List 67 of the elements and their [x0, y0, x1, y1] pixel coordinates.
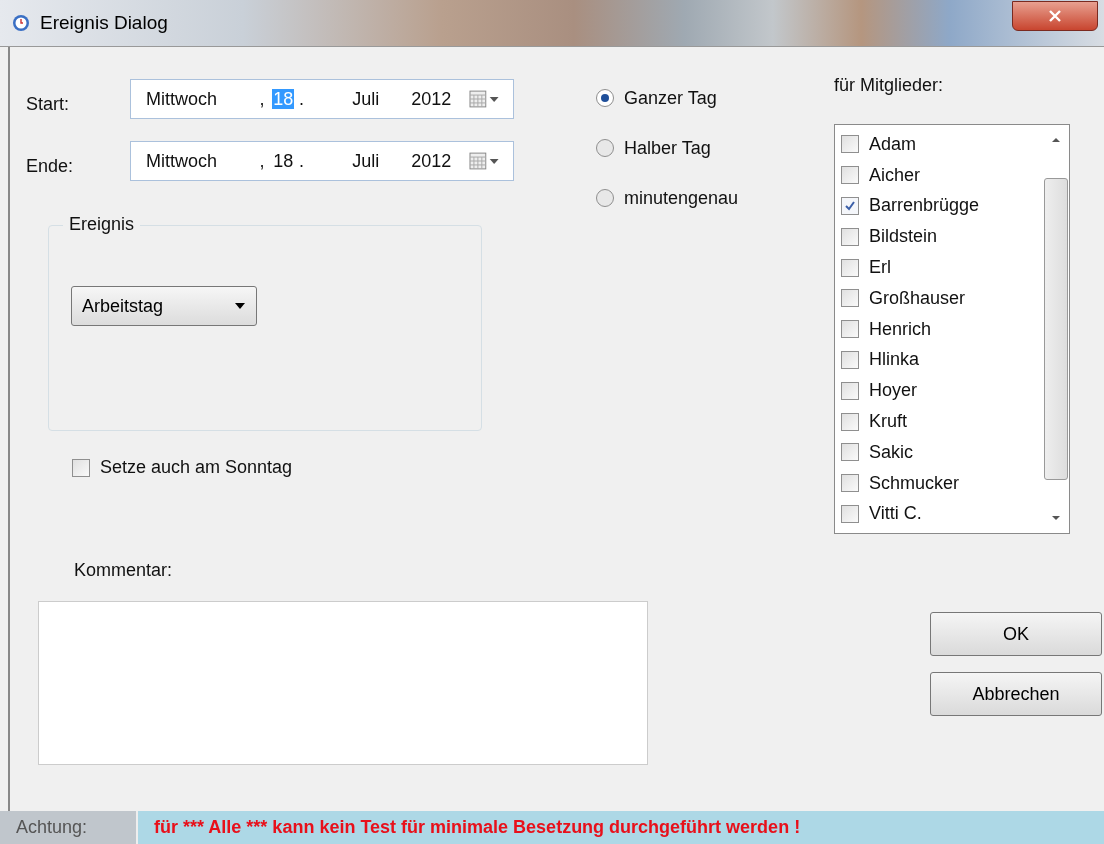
scroll-down-icon[interactable]: [1051, 515, 1061, 521]
date-segment[interactable]: ,: [258, 88, 266, 109]
date-label: Start:: [26, 92, 70, 115]
member-name: Sakic: [869, 441, 913, 463]
date-picker[interactable]: Mittwoch , 18 . Juli 2012: [130, 141, 514, 181]
caret-icon: [234, 302, 246, 310]
member-name: Hlinka: [869, 349, 920, 371]
member-name: Kruft: [869, 411, 907, 433]
date-picker[interactable]: Mittwoch , 18 . Juli 2012: [130, 79, 514, 119]
date-segment[interactable]: 18: [272, 150, 295, 171]
radio-button[interactable]: [596, 139, 614, 157]
checkbox[interactable]: [841, 227, 859, 246]
window-title: Ereignis Dialog: [40, 12, 168, 34]
dialog-button[interactable]: Abbrechen: [930, 672, 1102, 716]
radio-label: Halber Tag: [624, 137, 711, 159]
dialog-button[interactable]: OK: [930, 612, 1102, 656]
member-name: Aicher: [869, 164, 921, 186]
member-name: Vitti C.: [869, 503, 922, 525]
member-name: Barrenbrügge: [869, 195, 980, 217]
checkbox[interactable]: [841, 474, 859, 493]
date-segment[interactable]: ,: [258, 150, 266, 171]
member-name: Bildstein: [869, 226, 938, 248]
date-segment[interactable]: Juli: [351, 150, 381, 171]
members-label: für Mitglieder:: [834, 75, 945, 96]
member-name: Henrich: [869, 318, 932, 340]
member-name: Adam: [869, 133, 917, 155]
checkbox[interactable]: [841, 289, 859, 308]
member-name: Erl: [869, 257, 891, 279]
checkbox[interactable]: [841, 443, 859, 462]
event-dropdown[interactable]: Arbeitstag: [71, 286, 257, 326]
checkbox[interactable]: [841, 197, 859, 215]
close-button[interactable]: [1012, 1, 1098, 31]
date-segment[interactable]: Juli: [351, 88, 381, 109]
checkbox[interactable]: [841, 135, 859, 154]
radio-button[interactable]: [596, 89, 614, 107]
date-segment[interactable]: .: [297, 88, 305, 109]
member-name: Großhauser: [869, 287, 966, 309]
member-name: Hoyer: [869, 380, 917, 402]
status-label: Achtung:: [0, 811, 138, 844]
checkbox[interactable]: [841, 504, 859, 523]
date-segment[interactable]: 2012: [410, 150, 453, 171]
checkbox[interactable]: [841, 412, 859, 431]
checkbox[interactable]: [841, 258, 859, 277]
date-segment[interactable]: Mittwoch: [145, 150, 218, 171]
member-name: Schmucker: [869, 472, 960, 494]
date-segment[interactable]: Mittwoch: [145, 88, 218, 109]
radio-label: Ganzer Tag: [624, 87, 717, 109]
status-message: für *** Alle *** kann kein Test für minimale Besetzung durchgeführt werden !: [153, 816, 801, 839]
checkbox[interactable]: [841, 350, 859, 369]
checkbox[interactable]: [841, 320, 859, 339]
checkbox-label: Setze auch am Sonntag: [100, 457, 293, 478]
radio-button[interactable]: [596, 189, 614, 207]
comment-field[interactable]: [38, 601, 648, 765]
radio-label: minutengenau: [624, 187, 739, 209]
group-title: Ereignis: [63, 214, 141, 235]
scroll-up-icon[interactable]: [1051, 137, 1061, 143]
clock-icon: [12, 14, 30, 32]
checkmark-icon: [844, 200, 856, 212]
date-segment[interactable]: .: [297, 150, 305, 171]
close-icon: [1048, 10, 1062, 22]
scroll-thumb[interactable]: [1044, 178, 1068, 480]
comment-label: Kommentar:: [74, 560, 174, 581]
checkbox[interactable]: [841, 166, 859, 185]
checkbox[interactable]: [72, 458, 90, 477]
date-label: Ende:: [26, 154, 75, 177]
date-segment[interactable]: 2012: [410, 88, 453, 109]
checkbox[interactable]: [841, 381, 859, 400]
